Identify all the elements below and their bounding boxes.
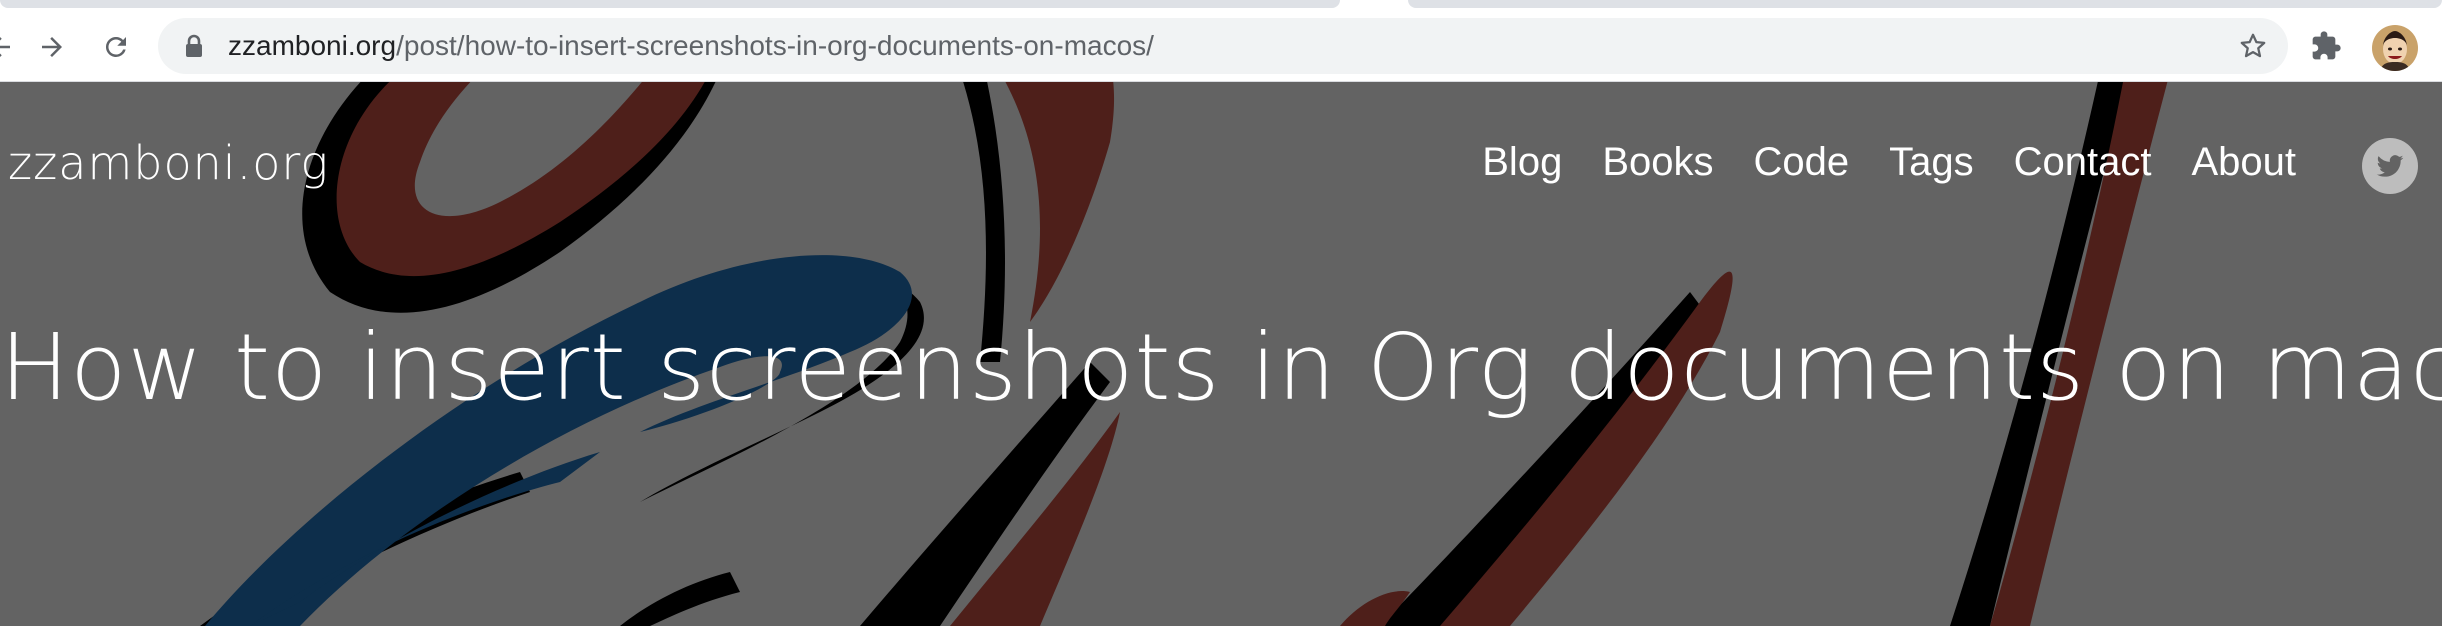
- nav-link-code[interactable]: Code: [1753, 140, 1849, 185]
- site-logo[interactable]: zzamboni.org: [8, 136, 329, 190]
- twitter-icon: [2376, 155, 2404, 177]
- nav-link-contact[interactable]: Contact: [2014, 140, 2152, 185]
- avatar[interactable]: [2372, 25, 2418, 71]
- url-text[interactable]: zzamboni.org/post/how-to-insert-screensh…: [228, 18, 1154, 74]
- twitter-link[interactable]: [2362, 138, 2418, 194]
- nav-link-tags[interactable]: Tags: [1889, 140, 1974, 185]
- nav-link-books[interactable]: Books: [1602, 140, 1713, 185]
- puzzle-piece-icon[interactable]: [2310, 30, 2342, 62]
- url-path: /post/how-to-insert-screenshots-in-org-d…: [396, 30, 1154, 61]
- site-nav: Blog Books Code Tags Contact About: [1482, 140, 2296, 185]
- star-icon[interactable]: [2238, 31, 2268, 61]
- nav-link-about[interactable]: About: [2191, 140, 2296, 185]
- back-button[interactable]: [0, 25, 22, 69]
- reload-button[interactable]: [94, 25, 138, 69]
- reload-icon: [105, 36, 126, 57]
- forward-button[interactable]: [30, 25, 74, 69]
- inactive-tab-edge[interactable]: [1408, 0, 2442, 8]
- lock-icon[interactable]: [184, 34, 204, 58]
- nav-link-blog[interactable]: Blog: [1482, 140, 1562, 185]
- url-host: zzamboni.org: [228, 30, 397, 61]
- hero-banner: zzamboni.org Blog Books Code Tags Contac…: [0, 82, 2442, 626]
- active-tab-edge[interactable]: [0, 0, 1340, 8]
- back-arrow-icon: [0, 37, 10, 57]
- browser-toolbar: zzamboni.org/post/how-to-insert-screensh…: [0, 8, 2442, 82]
- forward-arrow-icon: [42, 37, 62, 57]
- page-title: How to insert screenshots in Org documen…: [0, 314, 2442, 421]
- address-bar[interactable]: zzamboni.org/post/how-to-insert-screensh…: [158, 18, 2288, 74]
